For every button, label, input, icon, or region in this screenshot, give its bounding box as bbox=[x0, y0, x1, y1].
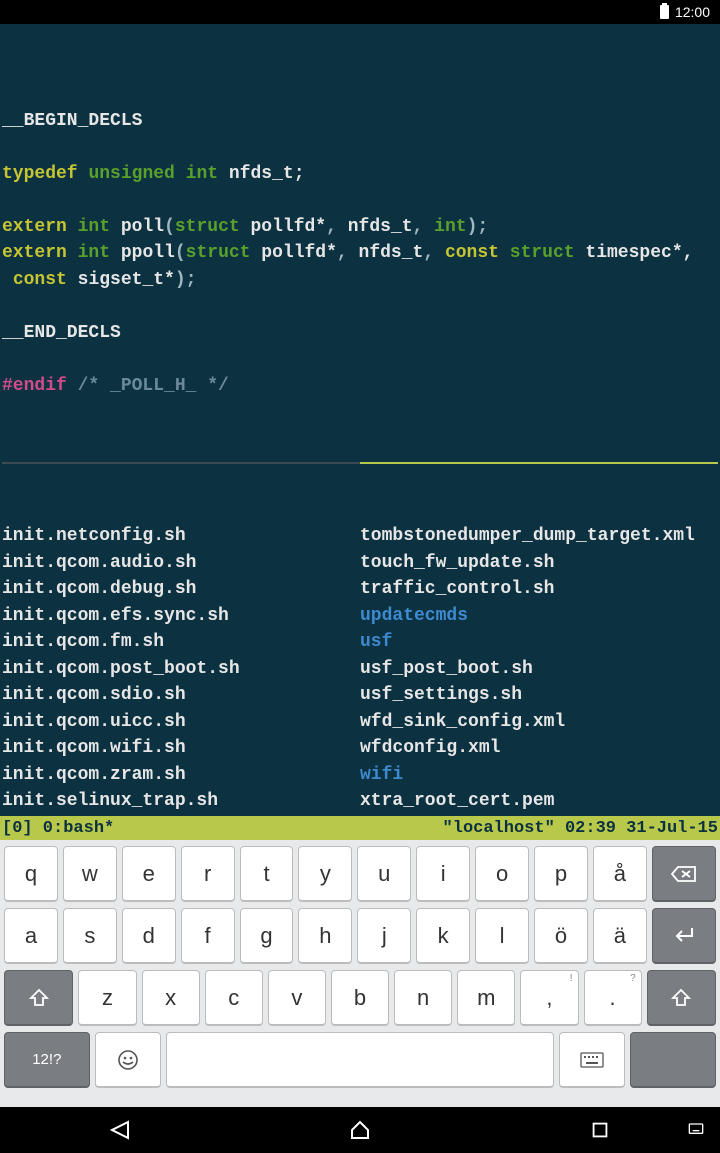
file-entry: init.qcom.wifi.sh bbox=[2, 735, 360, 762]
file-entry: init.netconfig.sh bbox=[2, 523, 360, 550]
key-å[interactable]: å bbox=[593, 846, 647, 902]
key-g[interactable]: g bbox=[240, 908, 294, 964]
key-h[interactable]: h bbox=[298, 908, 352, 964]
file-entry: touch_fw_update.sh bbox=[360, 550, 718, 577]
file-entry: init.qcom.sdio.sh bbox=[2, 682, 360, 709]
file-entry: wfdconfig.xml bbox=[360, 735, 718, 762]
key-ö[interactable]: ö bbox=[534, 908, 588, 964]
key-s[interactable]: s bbox=[63, 908, 117, 964]
action-key[interactable] bbox=[630, 1032, 716, 1088]
file-entry: usf_post_boot.sh bbox=[360, 656, 718, 683]
key-v[interactable]: v bbox=[268, 970, 326, 1026]
key-a[interactable]: a bbox=[4, 908, 58, 964]
file-entry: init.qcom.post_boot.sh bbox=[2, 656, 360, 683]
keyboard-switch-key[interactable] bbox=[559, 1032, 625, 1088]
terminal-view[interactable]: __BEGIN_DECLS typedef unsigned int nfds_… bbox=[0, 24, 720, 816]
file-entry: wfd_sink_config.xml bbox=[360, 709, 718, 736]
file-entry: init.qcom.audio.sh bbox=[2, 550, 360, 577]
key-n[interactable]: n bbox=[394, 970, 452, 1026]
android-status-bar: 12:00 bbox=[0, 0, 720, 24]
space-key[interactable] bbox=[166, 1032, 554, 1088]
key-e[interactable]: e bbox=[122, 846, 176, 902]
key-x[interactable]: x bbox=[142, 970, 200, 1026]
symbols-key[interactable]: 12!? bbox=[4, 1032, 90, 1088]
soft-keyboard: qwertyuiopå asdfghjklöä zxcvbnm,. 12!? bbox=[0, 840, 720, 1107]
key-q[interactable]: q bbox=[4, 846, 58, 902]
file-entry: init.sony.cpu_parameter.sh bbox=[2, 815, 360, 817]
file-entry: usf_settings.sh bbox=[360, 682, 718, 709]
key-p[interactable]: p bbox=[534, 846, 588, 902]
file-entry: init.qcom.debug.sh bbox=[2, 576, 360, 603]
file-listing: init.netconfig.shinit.qcom.audio.shinit.… bbox=[2, 523, 718, 816]
key-ä[interactable]: ä bbox=[593, 908, 647, 964]
key-t[interactable]: t bbox=[240, 846, 294, 902]
code-block: __BEGIN_DECLS typedef unsigned int nfds_… bbox=[2, 81, 718, 399]
key-d[interactable]: d bbox=[122, 908, 176, 964]
file-entry: wifi bbox=[360, 762, 718, 789]
key-period[interactable]: . bbox=[584, 970, 642, 1026]
file-entry: init.qcom.fm.sh bbox=[2, 629, 360, 656]
key-y[interactable]: y bbox=[298, 846, 352, 902]
nav-recent-button[interactable] bbox=[586, 1116, 614, 1144]
file-entry: usf bbox=[360, 629, 718, 656]
tmux-status-bar: [0] 0:bash* "localhost" 02:39 31-Jul-15 bbox=[0, 816, 720, 840]
file-entry: xtra_root_cert.pem bbox=[360, 788, 718, 815]
file-entry: init.qcom.uicc.sh bbox=[2, 709, 360, 736]
nav-ime-button[interactable] bbox=[682, 1116, 710, 1144]
key-j[interactable]: j bbox=[357, 908, 411, 964]
pane-divider bbox=[2, 462, 718, 464]
nav-back-button[interactable] bbox=[106, 1116, 134, 1144]
key-u[interactable]: u bbox=[357, 846, 411, 902]
file-entry: tombstonedumper_dump_target.xml bbox=[360, 523, 718, 550]
file-entry: init.qcom.efs.sync.sh bbox=[2, 603, 360, 630]
key-r[interactable]: r bbox=[181, 846, 235, 902]
file-entry: xtwifi.conf bbox=[360, 815, 718, 817]
key-k[interactable]: k bbox=[416, 908, 470, 964]
key-b[interactable]: b bbox=[331, 970, 389, 1026]
key-f[interactable]: f bbox=[181, 908, 235, 964]
nav-home-button[interactable] bbox=[346, 1116, 374, 1144]
enter-key[interactable] bbox=[652, 908, 716, 964]
backspace-key[interactable] bbox=[652, 846, 716, 902]
shift-key-right[interactable] bbox=[647, 970, 716, 1026]
file-entry: updatecmds bbox=[360, 603, 718, 630]
status-time: 12:00 bbox=[675, 4, 710, 20]
android-nav-bar bbox=[0, 1107, 720, 1153]
tmux-left: [0] 0:bash* bbox=[2, 819, 114, 838]
file-entry: traffic_control.sh bbox=[360, 576, 718, 603]
key-w[interactable]: w bbox=[63, 846, 117, 902]
tmux-right: "localhost" 02:39 31-Jul-15 bbox=[443, 819, 718, 838]
emoji-key[interactable] bbox=[95, 1032, 161, 1088]
key-l[interactable]: l bbox=[475, 908, 529, 964]
key-z[interactable]: z bbox=[78, 970, 136, 1026]
key-comma[interactable]: , bbox=[520, 970, 578, 1026]
battery-icon bbox=[660, 5, 669, 19]
key-c[interactable]: c bbox=[205, 970, 263, 1026]
file-entry: init.qcom.zram.sh bbox=[2, 762, 360, 789]
key-o[interactable]: o bbox=[475, 846, 529, 902]
file-entry: init.selinux_trap.sh bbox=[2, 788, 360, 815]
key-i[interactable]: i bbox=[416, 846, 470, 902]
key-m[interactable]: m bbox=[457, 970, 515, 1026]
shift-key-left[interactable] bbox=[4, 970, 73, 1026]
